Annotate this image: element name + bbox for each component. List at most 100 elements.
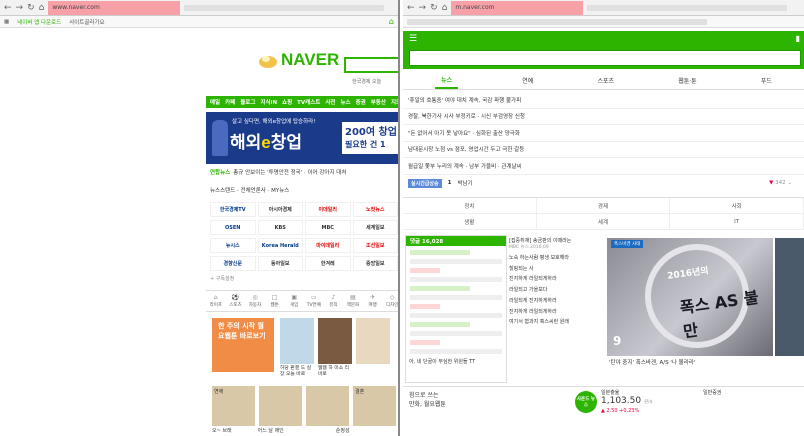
newsstand-header[interactable]: 뉴스스탠드 · 전체언론사 · MY뉴스 bbox=[210, 186, 289, 194]
news-category[interactable]: 경제 bbox=[536, 198, 671, 214]
subscribe-setting-link[interactable]: + 구독설정 bbox=[210, 275, 234, 282]
mobile-tab[interactable]: 연예 bbox=[522, 76, 533, 85]
press-logo[interactable]: 이데일리 bbox=[305, 202, 351, 217]
comment-item[interactable]: [집중취재] 송금판의 이때라는 MBC 뉴스 2016.09 bbox=[509, 238, 605, 251]
mobile-tab[interactable]: 뉴스 bbox=[435, 72, 459, 89]
webtoon-ad[interactable]: 힘으로 쓰는 만화, 월요웹툰 bbox=[409, 391, 446, 409]
webtoon-promo[interactable]: 한 주의 시작 월요웹툰 바로보기 bbox=[212, 318, 274, 372]
news-category[interactable]: IT bbox=[670, 214, 804, 230]
naver-logo[interactable]: NAVER bbox=[258, 50, 339, 70]
news-headline[interactable]: 경찰, 북한기사 시사 부정키로 · 시신 부검영장 신청 bbox=[403, 109, 804, 125]
press-logo[interactable]: Korea Herald bbox=[257, 238, 303, 253]
menu-icon[interactable]: ☰ bbox=[409, 34, 417, 44]
theme-tab[interactable]: ♪ 뮤직 bbox=[324, 291, 344, 311]
press-logo[interactable]: 조선일보 bbox=[352, 238, 398, 253]
theme-tab[interactable]: ▭ TV연예 bbox=[304, 291, 324, 311]
press-logo[interactable]: OSEN bbox=[210, 220, 256, 235]
theme-tab[interactable]: ▤ 책문화 bbox=[343, 291, 363, 311]
gnb-item[interactable]: 지식iN bbox=[260, 98, 277, 106]
home-icon[interactable]: ⌂ bbox=[442, 3, 448, 13]
webtoon-name[interactable]: 오~ 브래 bbox=[212, 427, 232, 434]
bookmark-naver-app[interactable]: 네이버 앱 다운로드 bbox=[17, 18, 61, 26]
mobile-tab[interactable]: 스포츠 bbox=[597, 76, 614, 85]
webtoon-card[interactable]: 웹웹 하 미소 리 바로 bbox=[318, 318, 352, 378]
webtoon-card[interactable]: 결혼 bbox=[353, 386, 396, 426]
url-text[interactable]: www.naver.com bbox=[48, 0, 181, 15]
naver-home-icon[interactable]: ⌂ bbox=[389, 17, 394, 26]
news-category[interactable]: 정치 bbox=[403, 198, 537, 214]
theme-tab[interactable]: ◇ 디자인 bbox=[382, 291, 398, 311]
address-bar-mobile[interactable]: ← → ↻ ⌂ m.naver.com bbox=[403, 0, 804, 16]
search-hint[interactable]: 한국경제 오늘 bbox=[352, 78, 381, 85]
webtoon-card[interactable] bbox=[306, 386, 349, 426]
theme-tab[interactable]: ⚽ 스포츠 bbox=[226, 291, 246, 311]
webtoon-name[interactable]: 순정성 bbox=[336, 427, 350, 434]
forward-icon[interactable]: → bbox=[16, 3, 24, 13]
press-logo[interactable]: 세계일보 bbox=[352, 220, 398, 235]
comment-item[interactable]: 여기서 혐과지 혹스씨런 원래 bbox=[509, 319, 605, 326]
theme-tab[interactable]: ◎ 자동차 bbox=[245, 291, 265, 311]
sound-news-logo-icon[interactable]: 사운드 뉴스 bbox=[575, 391, 597, 413]
gnb-item[interactable]: 사전 bbox=[325, 98, 335, 106]
reload-icon[interactable]: ↻ bbox=[27, 3, 35, 13]
voice-search-icon[interactable]: ▮ bbox=[796, 34, 800, 43]
news-headline[interactable]: 월급일 쫓부 누리의 계속 · 남부 가을비 · 관계날씨 bbox=[403, 158, 804, 175]
comment-item[interactable]: 라일되게 진지하게하라 bbox=[509, 298, 605, 305]
comment-item[interactable]: 라일되고 가을보다 bbox=[509, 287, 605, 294]
news-headline[interactable]: "돈 없어서 아기 못 낳아요" · 심화된 출산 양극화 bbox=[403, 125, 804, 142]
press-logo[interactable]: MBC bbox=[305, 220, 351, 235]
theme-tab[interactable]: ✈ 여행 bbox=[363, 291, 383, 311]
address-bar[interactable]: ← → ↻ ⌂ www.naver.com bbox=[0, 0, 398, 16]
news-category[interactable]: 사회 bbox=[670, 198, 804, 214]
ad-banner[interactable]: 살고 싶다면, 해외e창업에 탑승하라! 해외e창업 200여 창업자 필요한 … bbox=[206, 112, 398, 164]
press-logo[interactable]: KBS bbox=[257, 220, 303, 235]
home-icon[interactable]: ⌂ bbox=[39, 3, 45, 13]
comment-item[interactable]: 진지하게 라일되게하라 bbox=[509, 276, 605, 283]
back-icon[interactable]: ← bbox=[407, 3, 415, 13]
back-icon[interactable]: ← bbox=[4, 3, 12, 13]
next-photo-thumb[interactable] bbox=[775, 238, 804, 356]
news-headline[interactable]: 남대문시장 노점 vs 점포, 영업시간 두고 극한 갈등 bbox=[403, 142, 804, 158]
news-category[interactable]: 세계 bbox=[536, 214, 671, 230]
gnb-item[interactable]: 지도 bbox=[391, 98, 398, 106]
press-logo[interactable]: 뉴시스 bbox=[210, 238, 256, 253]
news-category[interactable]: 생활 bbox=[403, 214, 537, 230]
realtime-keyword[interactable]: 실시간급상승 1 박남기 ▼ 342 ⌄ bbox=[403, 176, 804, 190]
comment-item[interactable]: 노숙 하는사람 평생 보호해라 bbox=[509, 255, 605, 262]
theme-tab[interactable]: ⌂ 라이프 bbox=[206, 291, 226, 311]
press-logo[interactable]: 마이데일리 bbox=[305, 238, 351, 253]
webtoon-card[interactable] bbox=[356, 318, 390, 378]
gnb-item[interactable]: 증권 bbox=[356, 98, 366, 106]
apps-icon[interactable]: ▦ bbox=[4, 19, 9, 25]
theme-tab[interactable]: ▣ 게임 bbox=[284, 291, 304, 311]
mobile-tab[interactable]: 푸드 bbox=[761, 76, 772, 85]
gnb-item[interactable]: 메일 bbox=[210, 98, 220, 106]
news-headline[interactable]: '휴일의 호통중' 여야 대치 계속, 국감 파행 불가피 bbox=[403, 92, 804, 109]
press-logo[interactable]: 경향신문 bbox=[210, 256, 256, 271]
webtoon-name[interactable]: 어느 날 애인 bbox=[258, 427, 284, 434]
press-logo[interactable]: 동아일보 bbox=[257, 256, 303, 271]
press-logo[interactable]: 노컷뉴스 bbox=[352, 202, 398, 217]
gnb-item[interactable]: 블로그 bbox=[240, 98, 255, 106]
press-logo[interactable]: 중앙일보 bbox=[352, 256, 398, 271]
press-logo[interactable]: 아시아경제 bbox=[257, 202, 303, 217]
photo-caption[interactable]: '탄야 중지' 폭스바겐, A/S '나 몰라라' bbox=[609, 358, 695, 366]
search-input[interactable] bbox=[344, 57, 398, 73]
comment-item[interactable]: 진지하게 라일되게하라 bbox=[509, 309, 605, 316]
news-photo[interactable]: 폭스바겐 사태 2016년의 폭스 AS 불만 bbox=[607, 238, 773, 356]
headline-news[interactable]: 연합뉴스 총규 안보이는 '투명안전 정국' · 이어 강아지 대처 bbox=[210, 168, 398, 176]
webtoon-card[interactable]: 허당 판결 드 실장 오늘 바로 bbox=[280, 318, 314, 378]
press-logo[interactable]: 한겨레 bbox=[305, 256, 351, 271]
theme-tab[interactable]: □ 웹툰 bbox=[265, 291, 285, 311]
mobile-tab[interactable]: 웹툰·툰 bbox=[678, 76, 696, 85]
webtoon-card[interactable]: 연애 bbox=[212, 386, 255, 426]
gnb-item[interactable]: 카페 bbox=[225, 98, 235, 106]
gnb-item[interactable]: 뉴스 bbox=[341, 98, 351, 106]
url-text[interactable]: m.naver.com bbox=[451, 0, 584, 15]
comment-item[interactable]: 힐링되는 사 bbox=[509, 266, 605, 273]
gnb-item[interactable]: 부동산 bbox=[371, 98, 386, 106]
reload-icon[interactable]: ↻ bbox=[430, 3, 438, 13]
mobile-search-input[interactable] bbox=[409, 50, 801, 66]
press-logo[interactable]: 한국경제TV bbox=[210, 202, 256, 217]
webtoon-card[interactable] bbox=[259, 386, 302, 426]
